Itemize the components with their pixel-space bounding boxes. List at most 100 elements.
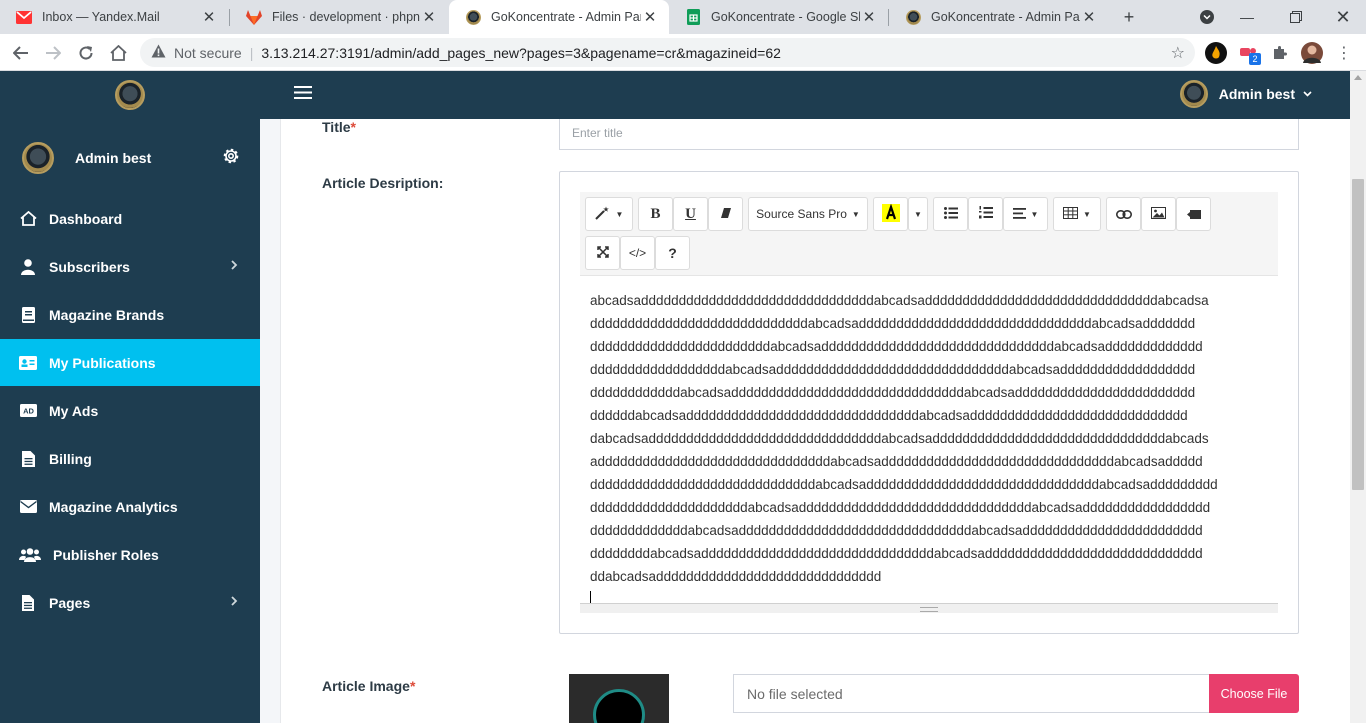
sidebar-item-label: My Publications <box>49 354 156 371</box>
profile-avatar[interactable] <box>1301 42 1323 64</box>
browser-tab-bar: Inbox — Yandex.Mail ✕ Files · developmen… <box>0 0 1366 34</box>
editor-text-line: ddabcadsadddddddddddddddddddddddddddddd <box>590 569 882 584</box>
title-label-text: Title <box>322 119 351 135</box>
editor-resize-bar[interactable] <box>580 603 1278 613</box>
editor-text-line: dabcadsaddddddddddddddddddddddddddddddda… <box>590 431 1209 446</box>
editor-text-line: ddddddddddddddddddabcadsaddddddddddddddd… <box>590 362 1196 377</box>
choose-file-button[interactable]: Choose File <box>1209 674 1299 713</box>
browser-tab-yandex-mail[interactable]: Inbox — Yandex.Mail ✕ <box>0 0 228 34</box>
tab-search-icon[interactable] <box>1194 5 1220 29</box>
resize-grip-icon[interactable] <box>920 607 938 612</box>
browser-tab-gitlab[interactable]: Files · development · phpnode ✕ <box>230 0 448 34</box>
required-mark: * <box>350 119 356 135</box>
back-icon[interactable] <box>7 39 35 67</box>
google-sheets-icon <box>685 9 701 25</box>
user-name: Admin best <box>1218 86 1295 102</box>
reload-icon[interactable] <box>72 39 100 67</box>
editor-toolbar: ▼ B U Source Sans Pro ▼ ▼ ▼ ▼ </> ? <box>580 192 1278 276</box>
scroll-up-icon[interactable] <box>1354 75 1362 80</box>
user-icon <box>19 258 37 276</box>
chevron-down-icon <box>1303 89 1312 100</box>
caret-icon: ▼ <box>615 209 624 219</box>
table-icon <box>1063 206 1079 222</box>
unordered-list-button[interactable] <box>933 197 968 231</box>
scrollbar-thumb[interactable] <box>1352 179 1364 490</box>
security-status[interactable]: Not secure <box>174 45 242 61</box>
editor-content-area[interactable]: abcadsadddddddddddddddddddddddddddddddab… <box>580 276 1278 602</box>
underline-button[interactable]: U <box>673 197 708 231</box>
code-view-button[interactable]: </> <box>620 236 655 270</box>
editor-text-line: ddddddddddddddddddddddddddddddabcadsaddd… <box>590 477 1218 492</box>
sidebar-item-pages[interactable]: Pages <box>0 579 260 626</box>
help-button[interactable]: ? <box>655 236 690 270</box>
forward-icon[interactable] <box>39 39 67 67</box>
form-card: Title* Enter title Article Desription: ▼… <box>280 119 1350 723</box>
fullscreen-button[interactable] <box>585 236 620 270</box>
sidebar-item-my-publications[interactable]: My Publications <box>0 339 260 386</box>
image-thumbnail-shape <box>593 689 645 723</box>
close-icon[interactable]: ✕ <box>420 8 438 26</box>
page-scrollbar[interactable] <box>1350 71 1366 723</box>
minimize-icon[interactable]: — <box>1234 5 1260 29</box>
editor-text-line: dddddddddddddddddddddabcadsadddddddddddd… <box>590 500 1211 515</box>
sidebar-item-dashboard[interactable]: Dashboard <box>0 195 260 242</box>
extension-icon[interactable] <box>1205 42 1227 64</box>
sidebar-item-publisher-roles[interactable]: Publisher Roles <box>0 531 260 578</box>
close-icon[interactable]: ✕ <box>1080 8 1098 26</box>
insert-link-button[interactable] <box>1106 197 1141 231</box>
chevron-right-icon <box>230 594 240 610</box>
style-button[interactable]: ▼ <box>585 197 633 231</box>
close-icon[interactable]: ✕ <box>641 8 659 26</box>
home-button-icon[interactable] <box>104 39 132 67</box>
user-menu[interactable]: Admin best <box>1179 80 1312 108</box>
sidebar-item-my-ads[interactable]: AD My Ads <box>0 387 260 434</box>
ad-icon: AD <box>19 402 37 420</box>
sidebar-item-label: Magazine Brands <box>49 306 165 323</box>
eraser-button[interactable] <box>708 197 743 231</box>
browser-menu-icon[interactable]: ⋮ <box>1333 42 1355 64</box>
sidebar-item-billing[interactable]: Billing <box>0 435 260 482</box>
url-text[interactable]: 3.13.214.27:3191/admin/add_pages_new?pag… <box>261 45 781 61</box>
file-name-field[interactable]: No file selected <box>733 674 1210 713</box>
sidebar-item-subscribers[interactable]: Subscribers <box>0 243 260 290</box>
new-tab-button[interactable]: + <box>1116 5 1142 29</box>
close-icon[interactable]: ✕ <box>860 8 878 26</box>
browser-tab-google-sheets[interactable]: GoKoncentrate - Google Sheets ✕ <box>669 0 888 34</box>
brand-logo[interactable] <box>115 80 145 110</box>
font-color-button[interactable] <box>873 197 908 231</box>
puzzle-icon[interactable] <box>1269 42 1291 64</box>
font-family-select[interactable]: Source Sans Pro ▼ <box>748 197 868 231</box>
address-bar[interactable]: Not secure | 3.13.214.27:3191/admin/add_… <box>140 38 1195 67</box>
user-avatar <box>22 142 54 174</box>
insert-video-button[interactable] <box>1176 197 1211 231</box>
caret-icon: ▼ <box>1030 209 1039 219</box>
ordered-list-button[interactable] <box>968 197 1003 231</box>
table-button[interactable]: ▼ <box>1053 197 1101 231</box>
browser-tab-admin-panel-active[interactable]: GoKoncentrate - Admin Panel ✕ <box>449 0 669 34</box>
title-input[interactable]: Enter title <box>559 119 1299 150</box>
align-left-icon <box>1012 207 1026 222</box>
browser-tab-admin-panel-2[interactable]: GoKoncentrate - Admin Panel ✕ <box>889 0 1108 34</box>
editor-text[interactable]: abcadsadddddddddddddddddddddddddddddddab… <box>590 289 1270 611</box>
window-close-icon[interactable]: ✕ <box>1330 5 1356 29</box>
caret-icon: ▼ <box>851 209 860 219</box>
menu-toggle-icon[interactable] <box>294 85 314 105</box>
close-icon[interactable]: ✕ <box>200 8 218 26</box>
home-icon <box>19 210 37 228</box>
font-color-dropdown[interactable]: ▼ <box>908 197 928 231</box>
bookmark-star-icon[interactable]: ☆ <box>1171 43 1185 63</box>
restore-icon[interactable] <box>1283 5 1309 29</box>
extension-badge-icon[interactable]: 2 <box>1238 42 1261 65</box>
sidebar-item-magazine-analytics[interactable]: Magazine Analytics <box>0 483 260 530</box>
paragraph-align-button[interactable]: ▼ <box>1003 197 1048 231</box>
gear-icon[interactable] <box>222 147 240 165</box>
id-card-icon <box>19 354 37 372</box>
caret-icon: ▼ <box>914 209 922 219</box>
gokoncentrate-icon <box>905 9 921 25</box>
sidebar-item-magazine-brands[interactable]: Magazine Brands <box>0 291 260 338</box>
bold-button[interactable]: B <box>638 197 673 231</box>
gitlab-icon <box>246 9 262 25</box>
insert-image-button[interactable] <box>1141 197 1176 231</box>
font-color-icon <box>881 203 900 225</box>
bullet-list-icon <box>943 206 958 222</box>
